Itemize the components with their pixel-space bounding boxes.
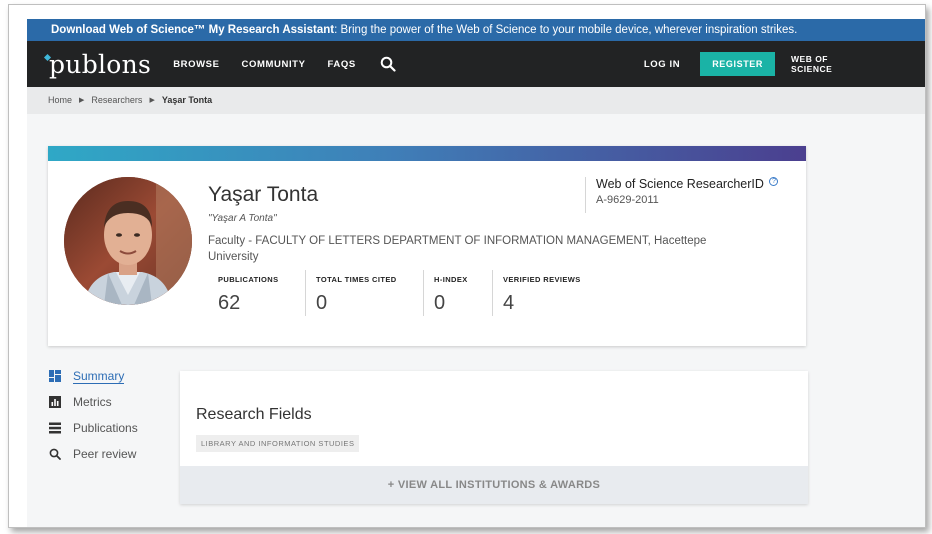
view-all-institutions-button[interactable]: + VIEW ALL INSTITUTIONS & AWARDS [180,466,808,504]
search-icon[interactable] [380,56,396,72]
breadcrumb: Home ▶ Researchers ▶ Yaşar Tonta [27,87,925,114]
researcher-name: Yaşar Tonta [208,183,319,206]
metric-label: PUBLICATIONS [218,275,279,284]
researcher-id-label: Web of Science ResearcherID [596,177,764,191]
metric-value: 62 [218,292,241,314]
login-link[interactable]: LOG IN [644,59,680,70]
logo-text: publons [49,49,152,79]
wos-line2: SCIENCE [791,64,833,74]
research-fields-card: Research Fields LIBRARY AND INFORMATION … [180,371,808,504]
metric-publications[interactable]: PUBLICATIONS 62 [208,270,305,316]
sidebar-item-publications[interactable]: Publications [49,415,189,441]
metric-verified-reviews[interactable]: VERIFIED REVIEWS 4 [492,270,602,316]
metric-label: VERIFIED REVIEWS [503,275,581,284]
research-field-tag[interactable]: LIBRARY AND INFORMATION STUDIES [196,435,360,452]
breadcrumb-researchers[interactable]: Researchers [91,87,142,114]
promo-banner[interactable]: Download Web of Science™ My Research Ass… [27,19,925,41]
metrics-row: PUBLICATIONS 62 TOTAL TIMES CITED 0 H-IN… [208,270,602,316]
wos-line1: WEB OF [791,54,828,64]
metric-label: TOTAL TIMES CITED [316,275,397,284]
promo-bold-text: Download Web of Science™ My Research Ass… [51,24,335,36]
researcher-id-block: Web of Science ResearcherID ? A-9629-201… [585,177,779,213]
promo-text: : Bring the power of the Web of Science … [334,24,798,36]
breadcrumb-caret-icon: ▶ [149,97,155,104]
sidebar-item-metrics[interactable]: Metrics [49,389,189,415]
breadcrumb-home[interactable]: Home [48,87,72,114]
sidebar-item-label: Publications [73,421,138,435]
register-button[interactable]: REGISTER [700,52,775,76]
sidebar-item-summary[interactable]: Summary [49,363,189,389]
nav-browse[interactable]: BROWSE [173,59,219,70]
sidebar-item-peer-review[interactable]: Peer review [49,441,189,467]
publons-logo[interactable]: publons [43,49,152,79]
avatar [64,177,192,305]
list-icon [49,422,61,434]
metric-value: 0 [434,292,446,314]
researcher-affiliation: Faculty - FACULTY OF LETTERS DEPARTMENT … [208,235,707,263]
metric-total-times-cited[interactable]: TOTAL TIMES CITED 0 [305,270,423,316]
nav-faqs[interactable]: FAQS [328,59,356,70]
web-of-science-link[interactable]: WEB OF SCIENCE [791,54,853,74]
researcher-alias: "Yaşar A Tonta" [208,213,277,224]
summary-grid-icon [49,370,61,382]
profile-card-gradient-bar [48,146,806,161]
profile-sidebar: Summary Metrics Publications Peer review [49,363,189,467]
metric-value: 0 [316,292,328,314]
profile-card: Yaşar Tonta "Yaşar A Tonta" Faculty - FA… [48,146,806,346]
sidebar-item-label: Metrics [73,395,112,409]
sidebar-item-label: Peer review [73,447,137,461]
help-icon[interactable]: ? [769,177,779,186]
metric-label: H-INDEX [434,275,468,284]
metric-value: 4 [503,292,515,314]
research-fields-title: Research Fields [196,406,312,423]
nav-community[interactable]: COMMUNITY [242,59,306,70]
researcher-id-value: A-9629-2011 [596,194,659,206]
metric-h-index[interactable]: H-INDEX 0 [423,270,492,316]
search-icon [49,448,61,460]
publons-page: Download Web of Science™ My Research Ass… [27,19,925,527]
researcher-id-label-row: Web of Science ResearcherID ? [596,177,779,191]
bar-chart-icon [49,396,61,408]
breadcrumb-current: Yaşar Tonta [161,95,213,105]
sidebar-item-label: Summary [73,368,125,384]
breadcrumb-caret-icon: ▶ [79,97,85,104]
top-navbar: publons BROWSE COMMUNITY FAQS LOG IN REG… [27,41,925,87]
nav-right-group: LOG IN REGISTER WEB OF SCIENCE [644,52,925,76]
screenshot-frame: Download Web of Science™ My Research Ass… [8,4,926,528]
